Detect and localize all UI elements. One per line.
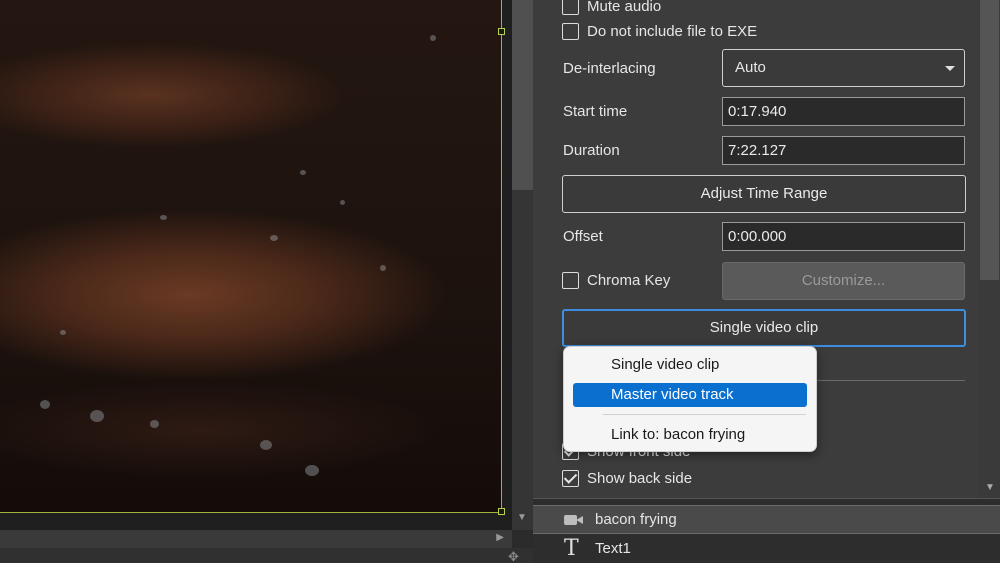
menu-separator — [603, 414, 806, 415]
object-name: bacon frying — [595, 511, 677, 528]
move-arrows-icon[interactable]: ✥ — [508, 549, 519, 563]
chevron-down-icon — [945, 66, 955, 71]
menu-item-master-video-track[interactable]: Master video track — [573, 383, 807, 407]
deinterlacing-label: De-interlacing — [563, 60, 656, 77]
start-time-field[interactable]: 0:17.940 — [722, 97, 965, 126]
customize-button[interactable]: Customize... — [722, 262, 965, 300]
object-row-text1[interactable]: T Text1 — [533, 534, 1000, 563]
scrollbar-thumb[interactable] — [980, 0, 999, 280]
object-name: Text1 — [595, 540, 631, 557]
chroma-key-label: Chroma Key — [587, 271, 671, 289]
status-strip — [0, 548, 533, 563]
preview-vertical-scrollbar[interactable]: ▼ — [512, 0, 533, 530]
chroma-key-checkbox-row[interactable]: Chroma Key — [562, 270, 670, 290]
show-back-checkbox-row[interactable]: Show back side — [562, 468, 692, 488]
scroll-down-arrow-icon[interactable]: ▼ — [985, 482, 995, 493]
show-back-label: Show back side — [587, 469, 693, 487]
start-time-label: Start time — [563, 103, 628, 120]
chroma-key-checkbox[interactable] — [562, 271, 579, 289]
deinterlacing-dropdown[interactable]: Auto — [722, 49, 965, 87]
video-camera-icon — [533, 513, 595, 527]
no-exe-checkbox-row[interactable]: Do not include file to EXE — [562, 21, 757, 41]
duration-label: Duration — [563, 142, 620, 159]
scroll-right-arrow-icon[interactable]: ▶ — [496, 532, 504, 543]
video-mode-menu: Single video clip Master video track Lin… — [563, 346, 817, 452]
selection-outline — [0, 0, 502, 513]
resize-handle[interactable] — [498, 508, 505, 515]
menu-item-link-to[interactable]: Link to: bacon frying — [573, 423, 807, 447]
properties-scrollbar[interactable]: ▼ — [979, 0, 1000, 498]
divider — [815, 380, 965, 381]
preview-area[interactable] — [0, 0, 512, 530]
object-row-bacon-frying[interactable]: bacon frying — [533, 505, 1000, 534]
scrollbar-thumb[interactable] — [512, 0, 533, 190]
show-back-checkbox[interactable] — [562, 469, 579, 487]
mute-audio-checkbox-row[interactable]: Mute audio — [562, 0, 661, 16]
menu-item-single-video-clip[interactable]: Single video clip — [573, 353, 807, 377]
no-exe-label: Do not include file to EXE — [587, 22, 758, 40]
adjust-time-range-button[interactable]: Adjust Time Range — [562, 175, 966, 213]
object-list: bacon frying T Text1 — [533, 498, 1000, 563]
text-icon: T — [564, 535, 579, 561]
no-exe-checkbox[interactable] — [562, 22, 579, 40]
deinterlacing-value: Auto — [735, 59, 766, 76]
offset-field[interactable]: 0:00.000 — [722, 222, 965, 251]
mute-audio-checkbox[interactable] — [562, 0, 579, 15]
video-mode-combobox[interactable]: Single video clip — [562, 309, 966, 347]
mute-audio-label: Mute audio — [587, 0, 662, 15]
preview-horizontal-scrollbar[interactable]: ▶ — [0, 530, 512, 548]
scroll-down-arrow-icon[interactable]: ▼ — [517, 512, 527, 523]
resize-handle[interactable] — [498, 28, 505, 35]
duration-field[interactable]: 7:22.127 — [722, 136, 965, 165]
offset-label: Offset — [563, 228, 603, 245]
